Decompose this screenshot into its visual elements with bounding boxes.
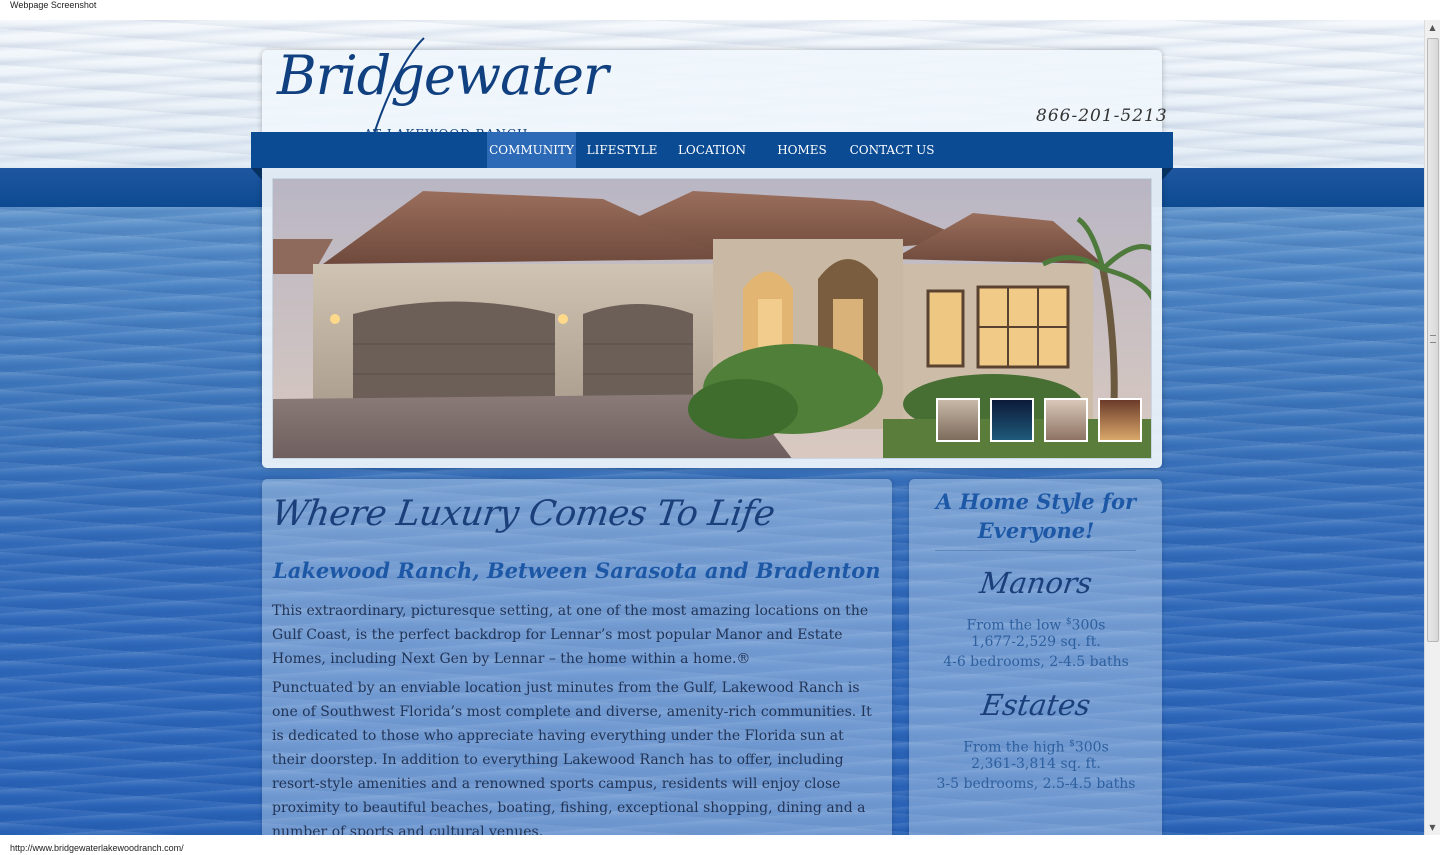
status-bar <box>0 835 1440 855</box>
scroll-down-arrow-icon[interactable]: ▼ <box>1425 820 1440 835</box>
scroll-up-arrow-icon[interactable]: ▲ <box>1425 20 1440 35</box>
intro-paragraph: This extraordinary, picturesque setting,… <box>272 603 869 667</box>
logo-wordmark: Bridgewater <box>277 44 609 107</box>
scrollbar-grip-icon <box>1430 335 1436 343</box>
vertical-scrollbar[interactable]: ▲ ▼ <box>1424 20 1440 835</box>
location-paragraph: Punctuated by an enviable location just … <box>272 680 872 840</box>
status-url: http://www.bridgewaterlakewoodranch.com/ <box>10 843 184 853</box>
nav-fold-right <box>1162 168 1173 180</box>
manors-rooms: 4-6 bedrooms, 2-4.5 baths <box>943 654 1129 670</box>
nav-lifestyle[interactable]: LIFESTYLE <box>580 132 664 168</box>
slide-thumbnail-3[interactable] <box>1044 398 1088 442</box>
scrollbar-thumb[interactable] <box>1427 38 1439 642</box>
home-styles-divider <box>935 550 1136 551</box>
estates-heading[interactable]: Estates <box>908 688 1165 722</box>
slide-thumbnail-1[interactable] <box>936 398 980 442</box>
home-styles-title: A Home Style for Everyone! <box>935 489 1137 543</box>
page-subheading: Lakewood Ranch, Between Sarasota and Bra… <box>273 558 881 583</box>
phone-number[interactable]: 866-201-5213 <box>1036 106 1168 126</box>
slide-thumbnail-4[interactable] <box>1098 398 1142 442</box>
nav-location[interactable]: LOCATION <box>670 132 754 168</box>
nav-community[interactable]: COMMUNITY <box>487 132 576 168</box>
estates-rooms: 3-5 bedrooms, 2.5-4.5 baths <box>936 776 1136 792</box>
manors-heading[interactable]: Manors <box>908 566 1165 600</box>
nav-contact-us[interactable]: CONTACT US <box>846 132 938 168</box>
window-caption: Webpage Screenshot <box>10 0 97 10</box>
slide-thumbnail-2[interactable] <box>990 398 1034 442</box>
nav-fold-left <box>251 168 262 180</box>
nav-homes[interactable]: HOMES <box>765 132 839 168</box>
manors-sqft: 1,677-2,529 sq. ft. <box>971 634 1101 650</box>
estates-sqft: 2,361-3,814 sq. ft. <box>971 756 1101 772</box>
page-tagline: Where Luxury Comes To Life <box>269 494 778 534</box>
